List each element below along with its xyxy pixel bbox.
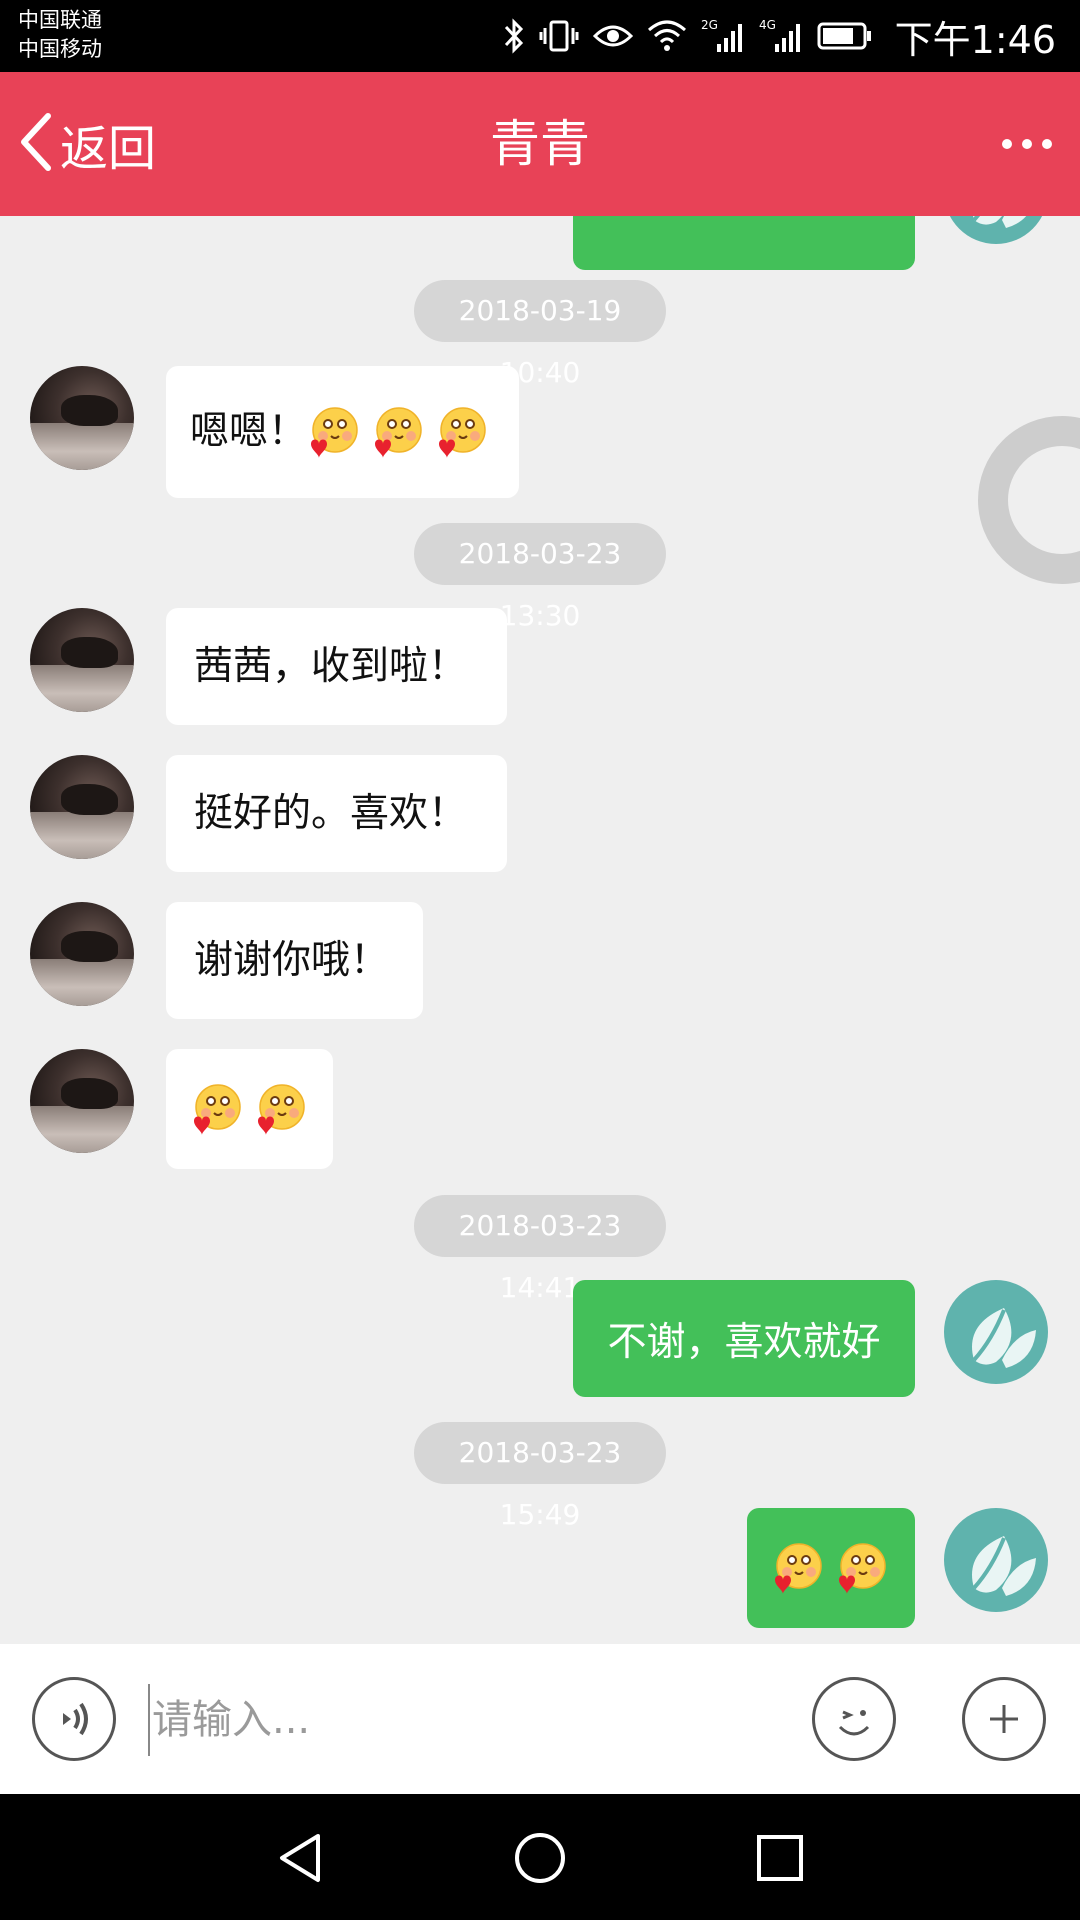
contact-avatar[interactable] (30, 1049, 134, 1153)
loading-spinner (978, 416, 1080, 584)
net-4g-label: 4G (759, 18, 776, 32)
status-icons: 2G 4G 下午1:46 (503, 0, 1056, 72)
more-dot-icon (1002, 139, 1012, 149)
outgoing-message[interactable] (747, 1508, 915, 1628)
signal-2g-icon: 2G (701, 18, 745, 54)
blushing-heart-emoji-icon (194, 1084, 241, 1135)
outgoing-message-partial[interactable] (573, 216, 915, 270)
chat-header: 返回 青青 (0, 72, 1080, 216)
voice-icon (63, 1702, 88, 1736)
more-options-button[interactable] (1002, 72, 1052, 216)
nav-home-button[interactable] (500, 1818, 580, 1898)
vibrate-icon (539, 18, 579, 54)
emoji-picker-button[interactable] (812, 1677, 896, 1761)
status-time: 下午1:46 (894, 17, 1056, 62)
incoming-message[interactable] (166, 1049, 333, 1169)
carrier-info: 中国联通 中国移动 (18, 6, 102, 64)
square-recents-icon (757, 1835, 803, 1881)
message-text: 挺好的。喜欢！ (194, 790, 468, 836)
status-bar: 中国联通 中国移动 2G 4G 下午1:46 (0, 0, 1080, 72)
blushing-heart-emoji-icon (311, 407, 358, 458)
emoji-group (771, 1540, 891, 1596)
message-timestamp: 2018-03-19 10:40 (414, 280, 666, 389)
blushing-heart-emoji-icon (839, 1543, 886, 1594)
my-avatar[interactable] (944, 1280, 1048, 1384)
wifi-icon (647, 20, 687, 52)
blushing-heart-emoji-icon (258, 1084, 305, 1135)
emoji-group (307, 404, 491, 460)
my-avatar[interactable] (944, 1508, 1048, 1612)
carrier-1: 中国联通 (18, 8, 102, 32)
battery-icon (817, 21, 873, 51)
blushing-heart-emoji-icon (439, 407, 486, 458)
contact-avatar[interactable] (30, 902, 134, 1006)
net-2g-label: 2G (701, 18, 718, 32)
incoming-message[interactable]: 茜茜，收到啦！ (166, 608, 507, 725)
contact-avatar[interactable] (30, 608, 134, 712)
plus-icon (990, 1705, 1018, 1733)
message-timestamp: 2018-03-23 13:30 (414, 523, 666, 632)
voice-input-button[interactable] (32, 1677, 116, 1761)
system-navigation-bar (0, 1794, 1080, 1920)
chat-message-list[interactable]: 2018-03-19 10:40 嗯嗯！ 2018-03-23 13:30 茜茜… (0, 216, 1080, 1644)
eye-comfort-icon (592, 21, 633, 51)
chat-title: 青青 (490, 115, 590, 173)
signal-4g-icon: 4G (759, 18, 803, 54)
blushing-heart-emoji-icon (775, 1543, 822, 1594)
message-timestamp: 2018-03-23 14:41 (414, 1195, 666, 1304)
message-text: 茜茜，收到啦！ (194, 643, 468, 689)
smiley-icon (838, 1710, 870, 1736)
bluetooth-icon (503, 18, 525, 54)
blushing-heart-emoji-icon (375, 407, 422, 458)
chat-screen: 中国联通 中国移动 2G 4G 下午1:46 返回 青青 2018-03-19 … (0, 0, 1080, 1920)
circle-home-icon (515, 1833, 565, 1883)
incoming-message[interactable]: 嗯嗯！ (166, 366, 519, 498)
outgoing-message[interactable]: 不谢，喜欢就好 (573, 1280, 915, 1397)
incoming-message[interactable]: 挺好的。喜欢！ (166, 755, 507, 872)
nav-back-button[interactable] (260, 1818, 340, 1898)
message-text: 谢谢你哦！ (194, 937, 390, 983)
triangle-back-icon (280, 1834, 320, 1882)
add-attachment-button[interactable] (962, 1677, 1046, 1761)
message-text: 嗯嗯！ (190, 409, 308, 454)
incoming-message[interactable]: 谢谢你哦！ (166, 902, 423, 1019)
more-dot-icon (1022, 139, 1032, 149)
contact-avatar[interactable] (30, 755, 134, 859)
more-dot-icon (1042, 139, 1052, 149)
message-input[interactable] (148, 1684, 788, 1756)
contact-avatar[interactable] (30, 366, 134, 470)
message-input-bar (0, 1644, 1080, 1794)
my-avatar[interactable] (944, 216, 1048, 244)
message-text: 不谢，喜欢就好 (607, 1319, 881, 1365)
message-timestamp: 2018-03-23 15:49 (414, 1422, 666, 1531)
nav-recents-button[interactable] (740, 1818, 820, 1898)
emoji-group (190, 1081, 310, 1137)
carrier-2: 中国移动 (18, 37, 102, 61)
